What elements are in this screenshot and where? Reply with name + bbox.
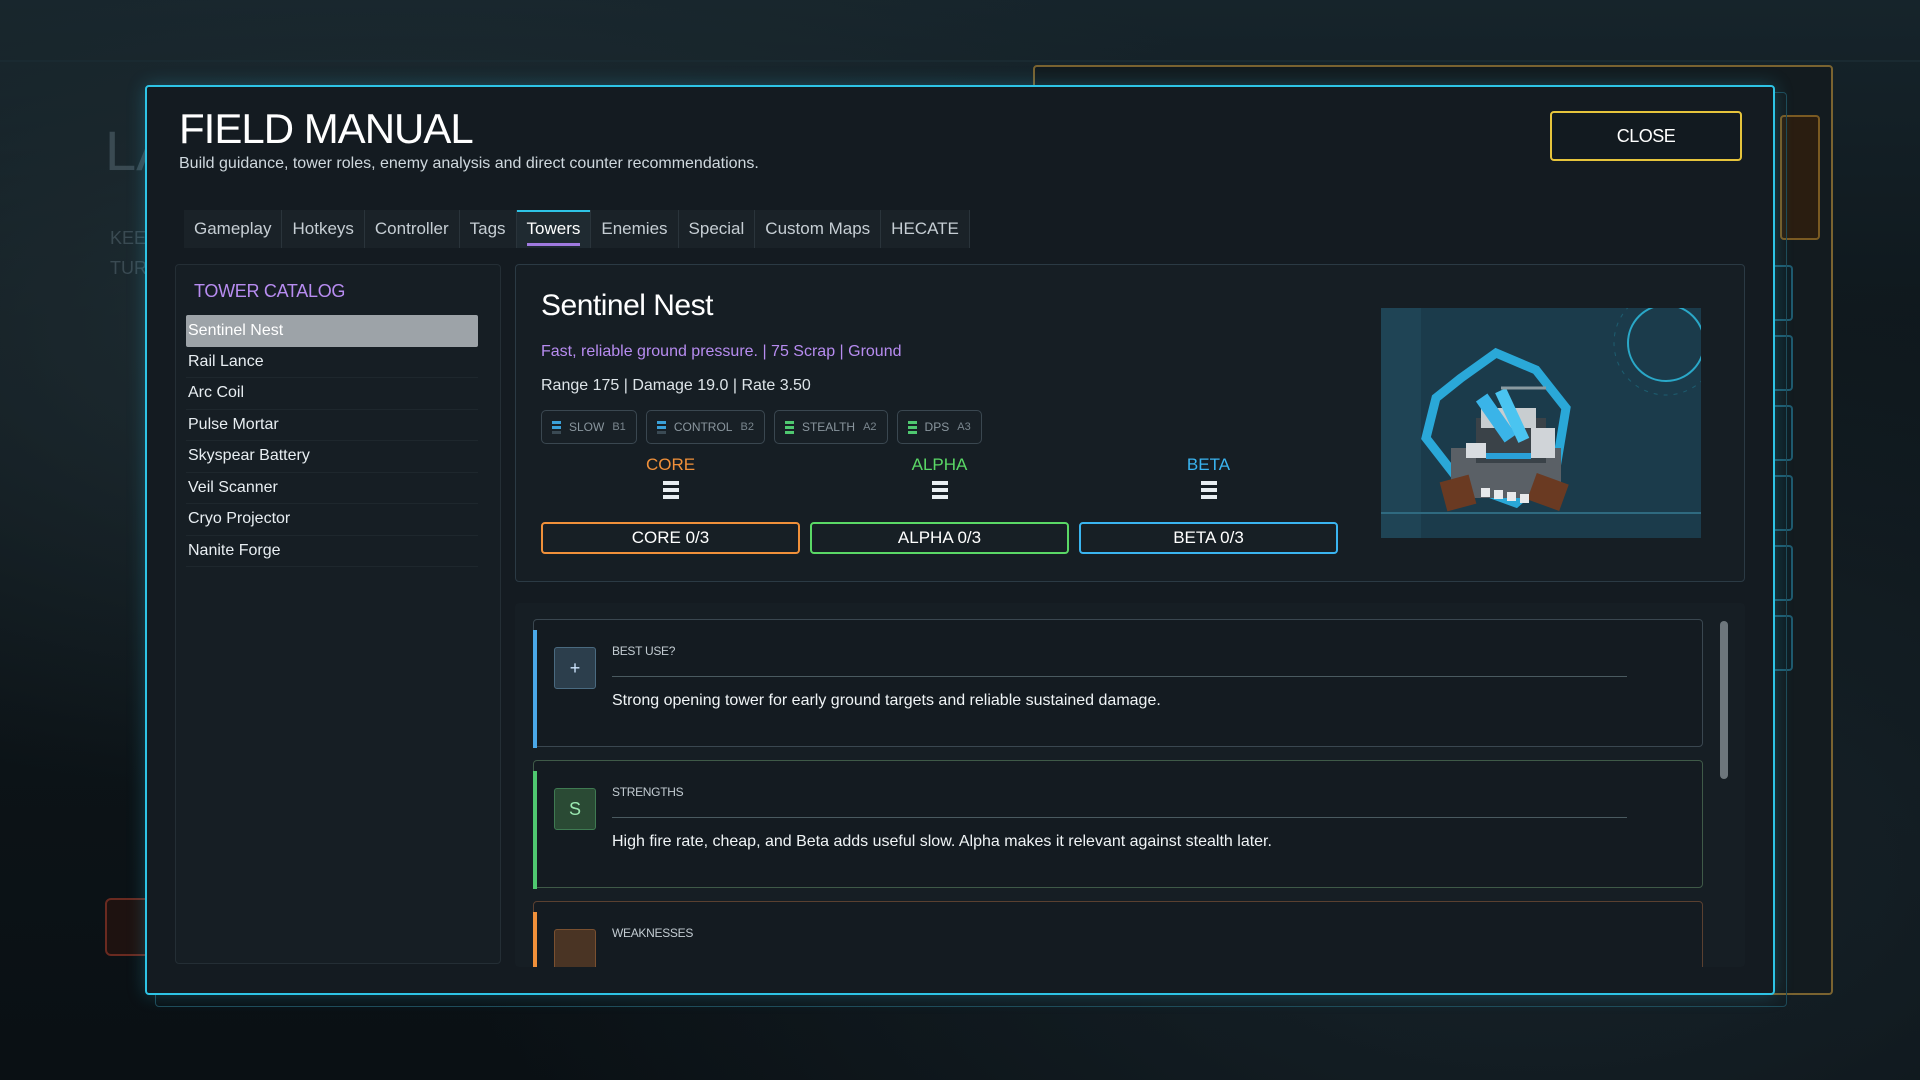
card-accent	[533, 771, 537, 889]
card-best-use: + BEST USE? Strong opening tower for ear…	[533, 619, 1703, 748]
tower-tagline: Fast, reliable ground pressure. | 75 Scr…	[541, 343, 902, 360]
core-upgrade-button[interactable]: CORE 0/3	[541, 522, 800, 554]
tab-custom-maps[interactable]: Custom Maps	[755, 210, 882, 248]
chip-label: DPS	[924, 420, 950, 434]
card-text: Strong opening tower for early ground ta…	[612, 692, 1161, 709]
beta-upgrade-button[interactable]: BETA 0/3	[1079, 522, 1338, 554]
role-chip-dps: DPS A3	[896, 410, 982, 444]
catalog-item-pulse-mortar[interactable]: Pulse Mortar	[186, 410, 478, 441]
upgrade-tiers-icon	[1079, 481, 1338, 517]
branch-alpha-label: ALPHA	[911, 455, 968, 474]
role-chips: SLOW B1 CONTROL B2 STEALTH A2 DPS A3	[541, 410, 982, 444]
background-label: KEE	[110, 228, 147, 248]
tab-bar: Gameplay Hotkeys Controller Tags Towers …	[184, 210, 970, 248]
plus-icon: +	[554, 647, 596, 689]
card-divider	[612, 676, 1627, 677]
role-chip-control: CONTROL B2	[645, 410, 765, 444]
catalog-item-nanite-forge[interactable]: Nanite Forge	[186, 536, 478, 567]
sentinel-nest-tower-icon	[1381, 308, 1701, 538]
chip-label: SLOW	[569, 420, 605, 434]
card-accent	[533, 630, 537, 748]
chip-grade: B2	[740, 421, 754, 433]
tower-name: Sentinel Nest	[541, 289, 713, 322]
tower-preview-image	[1381, 308, 1701, 538]
tab-special[interactable]: Special	[678, 210, 756, 248]
card-label: BEST USE?	[612, 644, 676, 658]
card-label: STRENGTHS	[612, 785, 684, 799]
alpha-upgrade-button[interactable]: ALPHA 0/3	[810, 522, 1069, 554]
rating-bars-icon	[907, 420, 917, 434]
strengths-icon: S	[554, 788, 596, 830]
catalog-item-cryo-projector[interactable]: Cryo Projector	[186, 504, 478, 536]
catalog-item-skyspear-battery[interactable]: Skyspear Battery	[186, 441, 478, 473]
tab-hecate[interactable]: HECATE	[881, 210, 970, 248]
card-divider	[612, 817, 1627, 818]
chip-grade: B1	[612, 421, 626, 433]
catalog-list: Sentinel Nest Rail Lance Arc Coil Pulse …	[186, 315, 478, 567]
catalog-item-sentinel-nest[interactable]: Sentinel Nest	[186, 315, 478, 347]
tower-stats: Range 175 | Damage 19.0 | Rate 3.50	[541, 377, 811, 394]
chip-grade: A2	[863, 421, 877, 433]
modal-title: FIELD MANUAL	[179, 105, 474, 152]
upgrade-branches: CORE CORE 0/3 ALPHA ALPHA 0/3 BETA BETA …	[541, 455, 1338, 554]
tab-tags[interactable]: Tags	[459, 210, 517, 248]
catalog-item-veil-scanner[interactable]: Veil Scanner	[186, 473, 478, 504]
tab-gameplay[interactable]: Gameplay	[184, 210, 283, 248]
branch-core-label: CORE	[645, 455, 696, 474]
tower-catalog-panel: TOWER CATALOG Sentinel Nest Rail Lance A…	[175, 264, 501, 964]
rating-bars-icon	[656, 420, 666, 434]
tab-controller[interactable]: Controller	[364, 210, 460, 248]
tower-info-list[interactable]: + BEST USE? Strong opening tower for ear…	[515, 603, 1745, 967]
card-label: WEAKNESSES	[612, 926, 694, 940]
card-strengths: S STRENGTHS High fire rate, cheap, and B…	[533, 760, 1703, 889]
branch-core: CORE CORE 0/3	[541, 455, 800, 554]
branch-alpha: ALPHA ALPHA 0/3	[810, 455, 1069, 554]
catalog-item-rail-lance[interactable]: Rail Lance	[186, 347, 478, 378]
tab-towers[interactable]: Towers	[516, 210, 592, 248]
card-accent	[533, 912, 537, 967]
role-chip-slow: SLOW B1	[541, 410, 637, 444]
background-line	[0, 60, 1920, 62]
weaknesses-icon	[554, 929, 596, 967]
info-scrollbar[interactable]	[1720, 621, 1728, 779]
field-manual-modal: FIELD MANUAL Build guidance, tower roles…	[145, 85, 1775, 995]
card-weaknesses: WEAKNESSES	[533, 901, 1703, 967]
upgrade-tiers-icon	[810, 481, 1069, 517]
chip-label: STEALTH	[801, 420, 856, 434]
catalog-item-arc-coil[interactable]: Arc Coil	[186, 378, 478, 410]
tab-enemies[interactable]: Enemies	[591, 210, 679, 248]
tower-detail-panel: Sentinel Nest Fast, reliable ground pres…	[515, 264, 1745, 582]
branch-beta: BETA BETA 0/3	[1079, 455, 1338, 554]
close-button[interactable]: CLOSE	[1550, 111, 1742, 161]
tab-hotkeys[interactable]: Hotkeys	[282, 210, 365, 248]
background-label: TUR	[110, 258, 147, 278]
modal-subtitle: Build guidance, tower roles, enemy analy…	[179, 155, 759, 172]
chip-grade: A3	[957, 421, 971, 433]
branch-beta-label: BETA	[1186, 455, 1231, 474]
role-chip-stealth: STEALTH A2	[773, 410, 888, 444]
upgrade-tiers-icon	[541, 481, 800, 517]
catalog-title: TOWER CATALOG	[194, 281, 346, 301]
rating-bars-icon	[552, 420, 561, 434]
chip-label: CONTROL	[673, 420, 733, 434]
card-text: High fire rate, cheap, and Beta adds use…	[612, 833, 1272, 850]
rating-bars-icon	[784, 420, 794, 434]
